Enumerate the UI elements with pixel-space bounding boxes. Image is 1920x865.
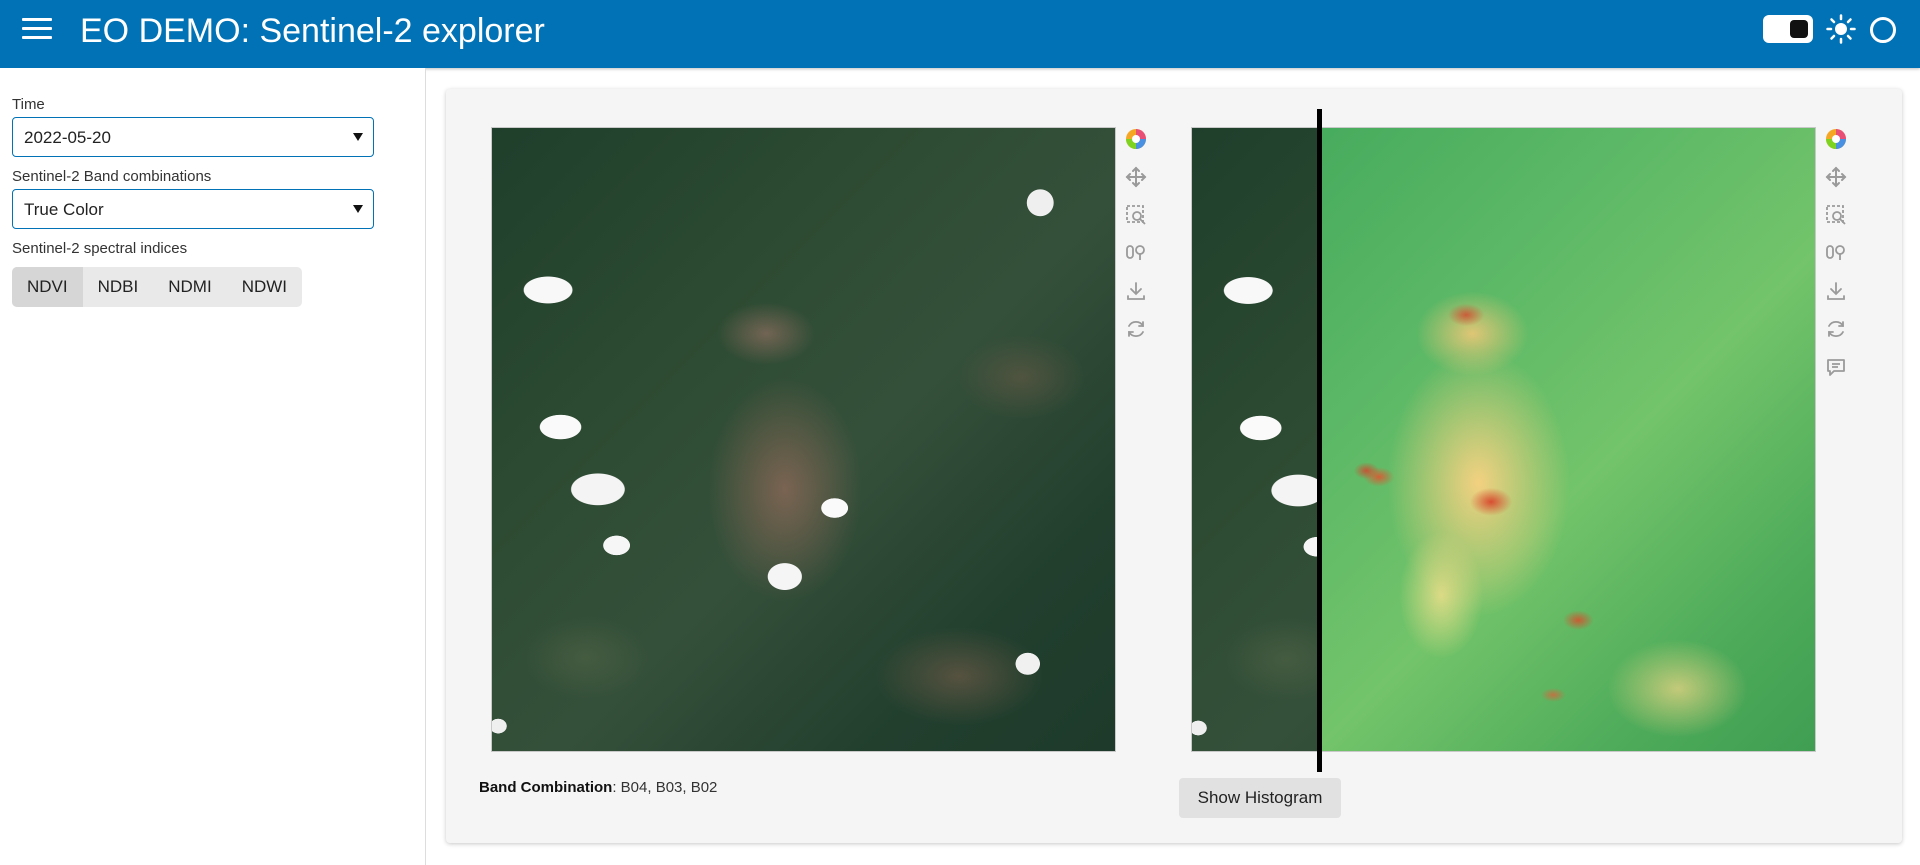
- hover-icon[interactable]: [1824, 355, 1848, 379]
- chevron-down-icon: [353, 133, 363, 141]
- show-histogram-button[interactable]: Show Histogram: [1179, 778, 1341, 818]
- swipe-divider-handle[interactable]: [1317, 109, 1322, 772]
- bokeh-logo-icon[interactable]: [1824, 127, 1848, 151]
- true-color-map[interactable]: [491, 127, 1116, 752]
- app-header: EO DEMO: Sentinel-2 explorer: [0, 0, 1920, 68]
- reset-icon[interactable]: [1824, 317, 1848, 341]
- sun-icon[interactable]: [1826, 14, 1856, 44]
- save-icon[interactable]: [1824, 279, 1848, 303]
- spectral-indices-label: Sentinel-2 spectral indices: [12, 240, 188, 257]
- chevron-down-icon: [353, 205, 363, 213]
- index-button-ndvi[interactable]: NDVI: [12, 267, 83, 307]
- pan-icon[interactable]: [1124, 165, 1148, 189]
- time-select-value: 2022-05-20: [24, 128, 111, 147]
- reset-icon[interactable]: [1124, 317, 1148, 341]
- spectral-indices-button-group: NDVI NDBI NDMI NDWI: [12, 267, 303, 307]
- bokeh-logo-icon[interactable]: [1124, 127, 1148, 151]
- band-combination-label: Band Combination: [479, 779, 613, 796]
- band-combo-select-value: True Color: [24, 200, 104, 219]
- page-title: EO DEMO: Sentinel-2 explorer: [80, 12, 545, 50]
- circle-icon[interactable]: [1870, 17, 1896, 43]
- box-zoom-icon[interactable]: [1824, 203, 1848, 227]
- wheel-zoom-icon[interactable]: [1124, 241, 1148, 265]
- box-zoom-icon[interactable]: [1124, 203, 1148, 227]
- index-map[interactable]: [1191, 127, 1816, 752]
- time-label: Time: [12, 96, 45, 113]
- index-button-ndwi[interactable]: NDWI: [227, 267, 302, 307]
- left-map-toolbar: [1120, 127, 1152, 355]
- index-button-ndmi[interactable]: NDMI: [153, 267, 226, 307]
- index-button-ndbi[interactable]: NDBI: [83, 267, 154, 307]
- pan-icon[interactable]: [1824, 165, 1848, 189]
- wheel-zoom-icon[interactable]: [1824, 241, 1848, 265]
- swipe-left-true-color: [1192, 128, 1320, 751]
- theme-toggle-switch[interactable]: [1763, 15, 1813, 43]
- band-combo-label: Sentinel-2 Band combinations: [12, 168, 212, 185]
- time-select[interactable]: 2022-05-20: [12, 117, 374, 157]
- save-icon[interactable]: [1124, 279, 1148, 303]
- sidebar: Time 2022-05-20 Sentinel-2 Band combinat…: [0, 68, 426, 865]
- band-combination-value: : B04, B03, B02: [612, 779, 718, 796]
- band-combo-select[interactable]: True Color: [12, 189, 374, 229]
- band-combination-text: Band Combination: B04, B03, B02: [479, 779, 717, 796]
- right-map-toolbar: [1820, 127, 1852, 393]
- menu-icon[interactable]: [22, 18, 52, 42]
